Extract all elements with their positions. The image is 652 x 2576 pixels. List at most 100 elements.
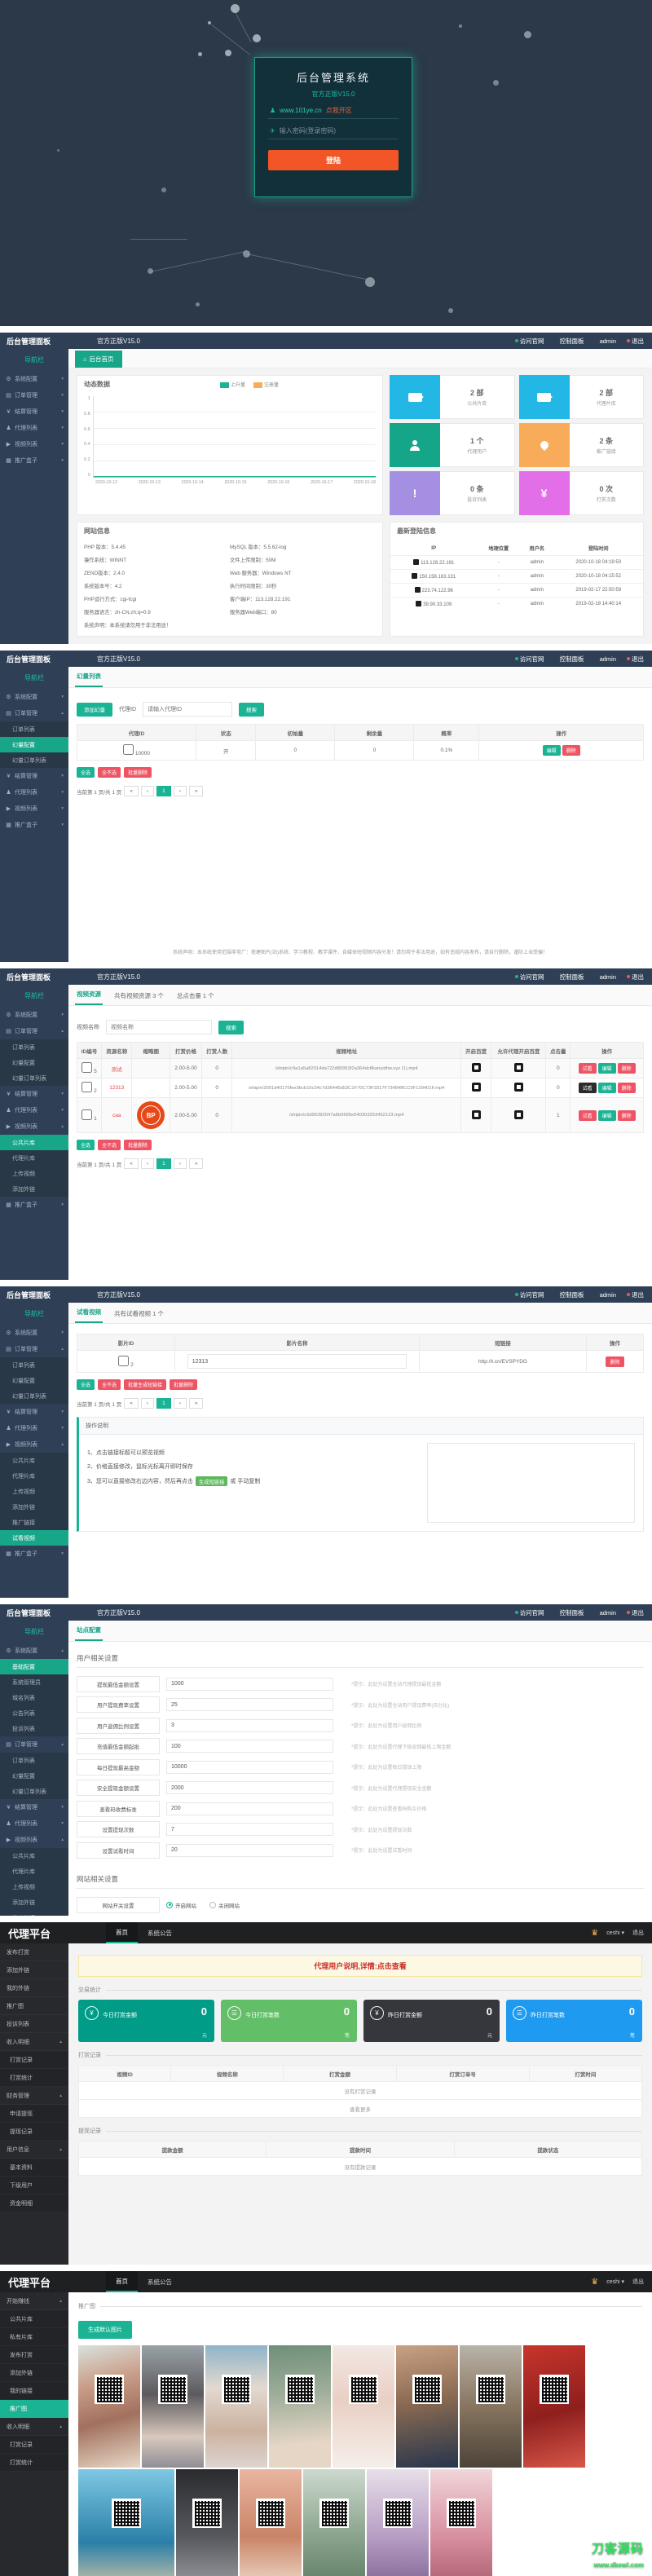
sidebar-item[interactable]: ¥结算管理▾ — [0, 404, 68, 420]
sidebar-item[interactable]: 幻量订单列表 — [0, 1784, 68, 1799]
navbar-link[interactable]: 访问官网 — [515, 973, 544, 981]
sidebar-item[interactable]: ▶视频列表▾ — [0, 801, 68, 817]
sidebar-item[interactable]: ▶视频列表▴ — [0, 1118, 68, 1135]
promo-image[interactable] — [78, 2469, 174, 2576]
sidebar-item[interactable]: ¥结算管理▾ — [0, 1799, 68, 1815]
promo-image[interactable] — [78, 2345, 140, 2468]
sidebar-item[interactable]: ♟代理列表▾ — [0, 1815, 68, 1832]
sidebar-item[interactable]: 添加外链 — [0, 1961, 68, 1979]
config-input[interactable] — [166, 1719, 333, 1732]
sidebar-item[interactable]: ♟代理列表▾ — [0, 784, 68, 801]
thumbnail-cell[interactable]: BP — [132, 1098, 170, 1133]
sidebar-item[interactable]: 我的链接 — [0, 2382, 68, 2400]
stat-tile[interactable]: 2 部代理片库 — [519, 375, 645, 419]
sidebar-item[interactable]: 用户信息▴ — [0, 2141, 68, 2159]
radio-option[interactable]: 关闭网站 — [209, 1901, 240, 1909]
toggle-off-icon[interactable] — [472, 1063, 481, 1072]
pagination-button[interactable]: » — [189, 1158, 204, 1169]
sidebar-item[interactable]: 基本资料 — [0, 2159, 68, 2177]
tab-item[interactable]: 总点击量 1 个 — [175, 986, 216, 1005]
sidebar-item[interactable]: ▦推广盒子▾ — [0, 1546, 68, 1562]
navbar-link[interactable]: 退出 — [627, 337, 644, 346]
navbar-link[interactable]: 访问官网 — [515, 1290, 544, 1299]
pagination-button[interactable]: ‹ — [141, 1398, 154, 1409]
sidebar-item[interactable]: 添加外链 — [0, 1895, 68, 1910]
sidebar-item[interactable]: 收入明细▴ — [0, 2033, 68, 2051]
promo-image[interactable] — [460, 2345, 522, 2468]
bulk-action-button[interactable]: 全不选 — [98, 1140, 121, 1150]
sidebar-item[interactable]: 基础配置 — [0, 1659, 68, 1674]
toggle-off-icon[interactable] — [514, 1083, 523, 1092]
tab-volume-list[interactable]: 幻量列表 — [75, 667, 103, 687]
navbar-link[interactable]: 退出 — [627, 655, 644, 664]
navbar-link[interactable]: admin — [595, 1609, 616, 1617]
navbar-link[interactable]: 控制面板 — [555, 1608, 584, 1617]
stat-tile[interactable]: 2 部公共片库 — [390, 375, 515, 419]
sidebar-item[interactable]: 推广链接 — [0, 1910, 68, 1916]
row-checkbox[interactable] — [82, 1062, 92, 1073]
sidebar-item[interactable]: 推广图 — [0, 1997, 68, 2015]
row-action-button[interactable]: 编辑 — [598, 1063, 616, 1074]
pagination-button[interactable]: « — [124, 1398, 139, 1409]
row-checkbox[interactable] — [123, 744, 134, 755]
sidebar-item[interactable]: ¥结算管理▾ — [0, 768, 68, 784]
tab-home[interactable]: ⌂后台首页 — [75, 351, 122, 368]
pagination-button[interactable]: 1 — [156, 786, 171, 796]
sidebar-item[interactable]: ▤订单管理▴ — [0, 1341, 68, 1357]
navbar-link[interactable]: 退出 — [627, 1290, 644, 1299]
promo-image[interactable] — [205, 2345, 267, 2468]
sidebar-item[interactable]: 公共片库 — [0, 1135, 68, 1150]
sidebar-item[interactable]: 代理片库 — [0, 1150, 68, 1166]
sidebar-item[interactable]: ⚙系统配置▾ — [0, 1325, 68, 1341]
sidebar-item[interactable]: 导航栏 — [0, 1621, 68, 1643]
config-input[interactable] — [166, 1698, 333, 1711]
promo-image[interactable] — [396, 2345, 458, 2468]
logout-link[interactable]: 退出 — [632, 2278, 644, 2286]
stat-tile[interactable]: !0 条投诉列表 — [390, 471, 515, 515]
sidebar-item[interactable]: 发布打赏 — [0, 2346, 68, 2364]
bulk-action-button[interactable]: 批量生成短链接 — [124, 1379, 166, 1390]
sidebar-item[interactable]: 订单列表 — [0, 1039, 68, 1055]
config-input[interactable] — [166, 1740, 333, 1753]
video-name-input[interactable] — [106, 1020, 212, 1034]
toggle-off-icon[interactable] — [472, 1110, 481, 1119]
pagination-button[interactable]: « — [124, 1158, 139, 1169]
promo-image[interactable] — [430, 2469, 492, 2576]
bulk-action-button[interactable]: 批量删除 — [170, 1379, 197, 1390]
row-action-button[interactable]: 试看 — [579, 1083, 597, 1093]
sidebar-item[interactable]: 打赏记录 — [0, 2436, 68, 2454]
sidebar-item[interactable]: ♟代理列表▾ — [0, 1420, 68, 1436]
promo-image[interactable] — [333, 2345, 394, 2468]
sidebar-item[interactable]: 推广图 — [0, 2400, 68, 2418]
sidebar-item[interactable]: 推广链接 — [0, 1515, 68, 1530]
pagination-button[interactable]: › — [174, 1398, 187, 1409]
sidebar-item[interactable]: 我的外链 — [0, 1979, 68, 1997]
row-action-button[interactable]: 试看 — [579, 1110, 597, 1121]
sidebar-item[interactable]: ♟代理列表▾ — [0, 420, 68, 436]
thumbnail-cell[interactable] — [132, 1059, 170, 1078]
navbar-link[interactable]: 控制面板 — [555, 655, 584, 664]
sidebar-item[interactable]: 添加外链 — [0, 1499, 68, 1515]
promo-image[interactable] — [142, 2345, 204, 2468]
notice-banner[interactable]: 代理用户说明,详情:点击查看 — [78, 1955, 642, 1977]
config-input[interactable] — [166, 1781, 333, 1794]
navbar-link[interactable]: admin — [595, 973, 616, 981]
sidebar-item[interactable]: 导航栏 — [0, 1303, 68, 1325]
sidebar-item[interactable]: ▶视频列表▴ — [0, 1436, 68, 1453]
logout-link[interactable]: 退出 — [632, 1929, 644, 1937]
sidebar-item[interactable]: 幻量订单列表 — [0, 1070, 68, 1086]
navbar-link[interactable]: 退出 — [627, 1608, 644, 1617]
sidebar-item[interactable]: 订单列表 — [0, 721, 68, 737]
tab-site-config[interactable]: 站点配置 — [75, 1621, 103, 1641]
user-menu[interactable]: ceshi ▾ — [606, 1930, 624, 1936]
sidebar-item[interactable]: ⚙系统配置▴ — [0, 1643, 68, 1659]
pagination-button[interactable]: » — [189, 1398, 204, 1409]
sidebar-item[interactable]: 上传视频 — [0, 1484, 68, 1499]
sidebar-item[interactable]: 收入明细▴ — [0, 2418, 68, 2436]
sidebar-item[interactable]: ¥结算管理▾ — [0, 1404, 68, 1420]
sidebar-item[interactable]: 发布打赏 — [0, 1943, 68, 1961]
login-button[interactable]: 登陆 — [268, 150, 399, 170]
sidebar-item[interactable]: ▶视频列表▴ — [0, 1832, 68, 1848]
password-field[interactable]: ✈ 输入密码(登录密码) — [268, 119, 399, 139]
tab-item[interactable]: 视频资源 — [75, 985, 103, 1005]
